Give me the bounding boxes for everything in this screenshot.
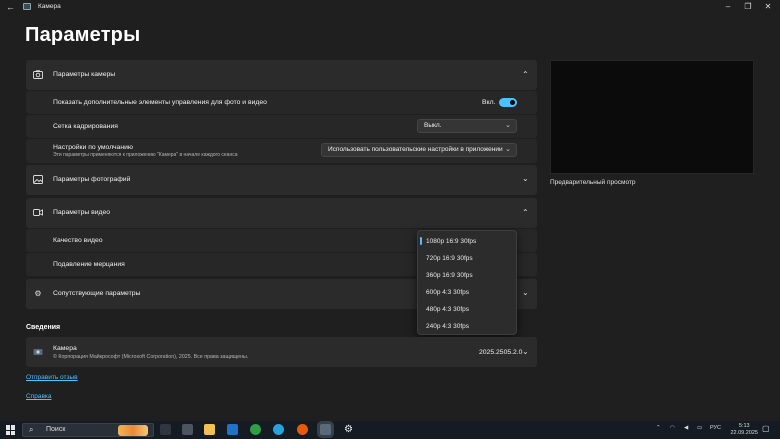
clock-date: 22.09.2025 xyxy=(730,430,758,436)
quality-option[interactable]: 480p 4:3 30fps xyxy=(426,306,469,313)
feedback-link[interactable]: Отправить отзыв xyxy=(26,374,78,381)
defaults-row: Настройки по умолчанию Эти параметры при… xyxy=(26,139,537,163)
preview-label: Предварительный просмотр xyxy=(550,179,636,186)
chevron-down-icon[interactable]: ⌄ xyxy=(522,175,529,183)
help-link[interactable]: Справка xyxy=(26,393,52,400)
chevron-down-icon: ⌄ xyxy=(505,146,511,153)
gear-icon: ⚙ xyxy=(34,289,42,298)
image-icon xyxy=(33,175,43,184)
settings-gear-icon[interactable]: ⚙ xyxy=(343,424,354,435)
chevron-up-icon[interactable]: ⌃ xyxy=(522,71,529,79)
selected-indicator xyxy=(420,237,422,245)
back-button[interactable]: ← xyxy=(6,2,16,12)
language-indicator[interactable]: РУС xyxy=(710,425,721,431)
related-settings-header: Сопутствующие параметры xyxy=(53,290,141,297)
clock[interactable]: 5:13 22.09.2025 xyxy=(730,423,758,437)
restore-button[interactable]: ❐ xyxy=(741,1,755,12)
quality-option[interactable]: 720p 16:9 30fps xyxy=(426,255,473,262)
windows-start-icon[interactable] xyxy=(6,425,16,435)
chrome-icon[interactable] xyxy=(250,424,261,435)
task-view-icon[interactable] xyxy=(160,424,171,435)
chevron-down-icon[interactable]: ⌄ xyxy=(522,348,529,356)
mail-icon[interactable] xyxy=(227,424,238,435)
clock-time: 5:13 xyxy=(738,423,750,429)
show-controls-row: Показать дополнительные элементы управле… xyxy=(26,91,537,114)
camera-icon xyxy=(33,70,43,79)
quality-option[interactable]: 600p 4:3 30fps xyxy=(426,289,469,296)
photo-settings-header: Параметры фотографий xyxy=(53,176,131,183)
video-settings-expander[interactable]: Параметры видео ⌃ xyxy=(26,198,537,228)
about-app-name: Камера xyxy=(53,345,77,352)
app-title: Камера xyxy=(38,3,61,10)
quality-option[interactable]: 360p 16:9 30fps xyxy=(426,272,473,279)
video-camera-icon xyxy=(33,208,43,217)
taskbar: ⌕ Поиск ⚙ ⌃ ◠ ◀ ▭ РУС 5:13 22.09.2025 ▢ xyxy=(0,421,780,439)
about-header: Сведения xyxy=(26,324,61,331)
title-bar: ← Камера – ❐ ✕ xyxy=(0,0,780,14)
taskbar-search[interactable]: ⌕ Поиск xyxy=(22,423,154,437)
volume-icon[interactable]: ◀ xyxy=(684,425,688,431)
grid-label: Сетка кадрирования xyxy=(53,123,118,130)
search-icon: ⌕ xyxy=(29,425,34,434)
tray-chevron-icon[interactable]: ⌃ xyxy=(656,425,661,431)
chevron-down-icon[interactable]: ⌄ xyxy=(522,289,529,297)
show-controls-toggle[interactable] xyxy=(499,98,517,107)
toggle-state-label: Вкл. xyxy=(482,99,496,106)
search-placeholder: Поиск xyxy=(46,426,66,433)
minimize-button[interactable]: – xyxy=(721,1,735,12)
quality-option[interactable]: 240p 4:3 30fps xyxy=(426,323,469,330)
grid-value: Выкл. xyxy=(424,122,442,129)
defaults-label: Настройки по умолчанию xyxy=(53,144,133,151)
chevron-up-icon[interactable]: ⌃ xyxy=(522,209,529,217)
toggle-knob xyxy=(510,100,515,105)
camera-settings-expander[interactable]: Параметры камеры ⌃ xyxy=(26,60,537,90)
video-settings-header: Параметры видео xyxy=(53,209,111,216)
grid-row: Сетка кадрирования Выкл. ⌄ xyxy=(26,115,537,138)
video-quality-label: Качество видео xyxy=(53,237,103,244)
defaults-dropdown[interactable]: Использовать пользовательские настройки … xyxy=(321,143,517,157)
chevron-down-icon: ⌄ xyxy=(505,122,511,129)
about-copyright: © Корпорация Майкрософт (Microsoft Corpo… xyxy=(53,354,249,360)
version-label: 2025.2505.2.0 xyxy=(479,349,523,356)
show-controls-label: Показать дополнительные элементы управле… xyxy=(53,99,267,106)
widgets-icon[interactable] xyxy=(182,424,193,435)
video-quality-menu: 1080p 16:9 30fps 720p 16:9 30fps 360p 16… xyxy=(417,230,517,335)
defaults-value: Использовать пользовательские настройки … xyxy=(328,146,503,153)
notifications-icon[interactable]: ▢ xyxy=(762,424,770,433)
telegram-icon[interactable] xyxy=(273,424,284,435)
camera-taskbar-icon[interactable] xyxy=(320,424,331,435)
firefox-icon[interactable] xyxy=(297,424,308,435)
photo-settings-expander[interactable]: Параметры фотографий ⌄ xyxy=(26,165,537,195)
flicker-label: Подавление мерцания xyxy=(53,261,125,268)
defaults-description: Эти параметры применяются к приложению "… xyxy=(53,152,238,158)
camera-app-icon xyxy=(33,347,43,356)
camera-settings-header: Параметры камеры xyxy=(53,71,116,78)
page-title: Параметры xyxy=(25,24,141,46)
close-button[interactable]: ✕ xyxy=(761,1,775,12)
battery-icon[interactable]: ▭ xyxy=(697,425,702,431)
file-explorer-icon[interactable] xyxy=(204,424,215,435)
camera-preview xyxy=(550,60,754,174)
grid-dropdown[interactable]: Выкл. ⌄ xyxy=(417,119,517,133)
search-highlight-image xyxy=(118,425,148,436)
camera-app-icon xyxy=(23,3,31,10)
quality-option[interactable]: 1080p 16:9 30fps xyxy=(426,238,476,245)
about-expander[interactable]: Камера © Корпорация Майкрософт (Microsof… xyxy=(26,337,537,367)
network-icon[interactable]: ◠ xyxy=(670,425,675,431)
